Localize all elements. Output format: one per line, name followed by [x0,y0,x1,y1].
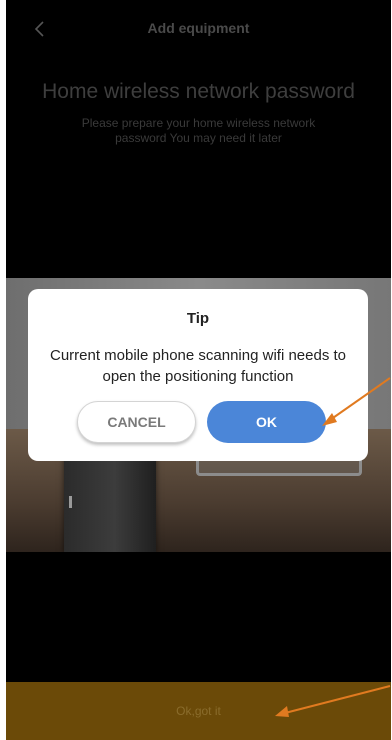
dialog-title: Tip [186,310,210,327]
section-heading: Home wireless network password [42,80,355,103]
cancel-button[interactable]: CANCEL [77,401,196,443]
router-device-image [64,448,156,552]
device-led [69,496,72,508]
section-description: Please prepare your home wireless networ… [81,116,316,145]
tip-dialog: Tip Current mobile phone scanning wifi n… [28,289,368,461]
confirm-bar[interactable]: Ok,got it [6,682,391,740]
page-title: Add equipment [147,20,250,36]
app-screen: Add equipment Home wireless network pass… [6,0,391,740]
confirm-label: Ok,got it [176,704,221,718]
header-bar: Add equipment [6,0,391,58]
dialog-message: Current mobile phone scanning wifi needs… [49,347,346,385]
ok-button[interactable]: OK [207,401,326,443]
